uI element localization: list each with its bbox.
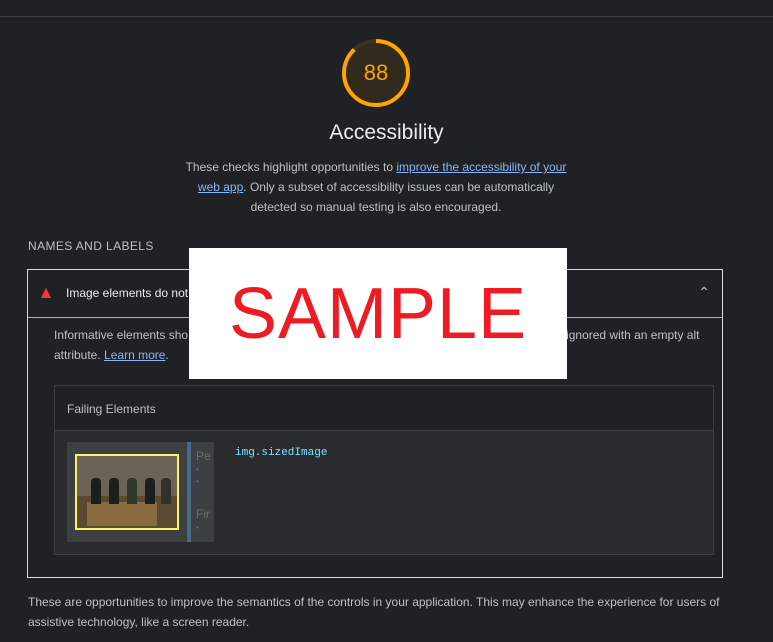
failing-element-row[interactable]: Pe • • Fir • img.sizedImage [55, 431, 713, 554]
category-description-text: These checks highlight opportunities to [185, 160, 397, 174]
top-divider [0, 16, 773, 17]
group-title: NAMES AND LABELS [28, 239, 154, 253]
highlighted-image [75, 454, 179, 530]
score-gauge[interactable]: 88 [340, 37, 412, 109]
failing-elements-label: Failing Elements [67, 402, 156, 416]
category-title: Accessibility [329, 121, 444, 144]
failing-elements-header: Failing Elements [55, 386, 713, 431]
lighthouse-report: 88 Accessibility These checks highlight … [0, 0, 773, 642]
learn-more-link[interactable]: Learn more [104, 348, 165, 362]
thumbnail-text-2: Fir [196, 507, 210, 521]
learn-more-suffix: . [165, 348, 169, 362]
audit-title: Image elements do not [66, 286, 189, 300]
sample-watermark: SAMPLE [189, 248, 567, 379]
group-description: These are opportunities to improve the s… [28, 595, 720, 629]
failing-elements-table: Failing Elements Pe • • Fir • img.sizedI… [54, 385, 714, 555]
audit-description-start: Informative elements sho [54, 328, 189, 342]
element-screenshot-thumbnail[interactable]: Pe • • Fir • [67, 442, 214, 542]
chevron-up-icon[interactable]: ⌃ [698, 284, 710, 301]
thumbnail-text-1: Pe [196, 449, 211, 463]
thumbnail-divider [187, 442, 191, 542]
score-value: 88 [363, 60, 389, 85]
element-selector: img.sizedImage [235, 447, 328, 459]
category-description-text-end: . Only a subset of accessibility issues … [243, 180, 555, 214]
thumbnail-text: Pe • • Fir • [196, 449, 211, 532]
category-description: These checks highlight opportunities to … [176, 157, 576, 217]
fail-triangle-icon [41, 288, 51, 298]
